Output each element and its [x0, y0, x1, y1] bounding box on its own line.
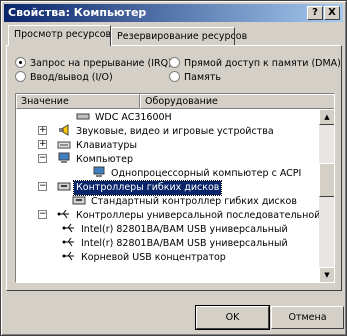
tab-reserve-resources[interactable]: Резервирование ресурсов — [111, 27, 247, 46]
expand-icon[interactable]: + — [38, 140, 47, 149]
radio-button[interactable] — [15, 57, 26, 68]
help-button[interactable]: ? — [307, 6, 323, 20]
cancel-button[interactable]: Отмена — [271, 306, 344, 329]
floppy-controller-icon — [72, 194, 86, 206]
radio-label: Прямой доступ к памяти (DMA) — [184, 58, 341, 69]
window-title: Свойства: Компьютер — [8, 6, 147, 19]
computer-icon — [57, 152, 71, 164]
radio-io[interactable]: Ввод/вывод (I/O) — [15, 71, 113, 85]
tree-item-label: Корневой USB концентратор — [81, 252, 226, 263]
collapse-icon[interactable]: − — [38, 210, 47, 219]
vertical-scrollbar[interactable]: ▲ ▼ — [319, 109, 334, 282]
radio-button[interactable] — [169, 71, 180, 82]
tree-item-label: WDC AC31600H — [95, 112, 172, 123]
tree-item[interactable]: + Клавиатуры — [38, 138, 139, 152]
tree-item[interactable]: WDC AC31600H — [76, 110, 174, 124]
tree-item[interactable]: + Звуковые, видео и игровые устройства — [38, 124, 328, 138]
resource-tree[interactable]: Значение Оборудование WDC AC31600H + Зву… — [15, 93, 335, 283]
tree-item[interactable]: Стандартный контроллер гибких дисков — [72, 194, 299, 208]
tree-item-label: Звуковые, видео и игровые устройства — [76, 126, 274, 137]
tree-item-label: Стандартный контроллер гибких дисков — [91, 196, 297, 207]
computer-icon — [92, 166, 106, 178]
floppy-controller-icon — [57, 180, 71, 192]
radio-label: Запрос на прерывание (IRQ) — [30, 58, 172, 69]
scroll-up-arrow-icon[interactable]: ▲ — [319, 109, 334, 125]
column-header-hardware[interactable]: Оборудование — [140, 94, 334, 109]
tree-item[interactable]: Intel(r) 82801BA/BAM USB универсальный — [62, 222, 290, 236]
collapse-icon[interactable]: − — [38, 154, 47, 163]
usb-icon — [62, 222, 76, 234]
collapse-icon[interactable]: − — [38, 182, 47, 191]
close-button[interactable]: X — [324, 6, 340, 20]
scroll-thumb[interactable] — [319, 163, 334, 197]
tab-label: Резервирование ресурсов — [117, 31, 248, 42]
tree-item[interactable]: Однопроцессорный компьютер с ACPI — [92, 166, 303, 180]
tree-item-label: Intel(r) 82801BA/BAM USB универсальный — [81, 224, 288, 235]
scroll-down-arrow-icon[interactable]: ▼ — [319, 267, 334, 282]
tree-item-label: Intel(r) 82801BA/BAM USB универсальный — [81, 238, 288, 249]
tree-item-label: Клавиатуры — [76, 140, 137, 151]
tab-label: Просмотр ресурсов — [14, 29, 112, 40]
tree-item-label: Контроллеры универсальной последовательн… — [76, 210, 321, 221]
tree-item[interactable]: − Компьютер — [38, 152, 135, 166]
expand-icon[interactable]: + — [38, 126, 47, 135]
ok-button[interactable]: OK — [195, 305, 270, 330]
usb-icon — [62, 236, 76, 248]
tree-item[interactable]: − Контроллеры универсальной последовател… — [38, 208, 322, 222]
radio-dma[interactable]: Прямой доступ к памяти (DMA) — [169, 57, 341, 71]
properties-dialog: Свойства: Компьютер ? X Просмотр ресурсо… — [0, 0, 347, 336]
tree-item[interactable]: Intel(r) 82801BA/BAM USB универсальный — [62, 236, 290, 250]
tree-item-label: Однопроцессорный компьютер с ACPI — [111, 168, 302, 179]
radio-label: Память — [184, 72, 221, 83]
radio-memory[interactable]: Память — [169, 71, 221, 85]
tab-view-resources[interactable]: Просмотр ресурсов — [8, 25, 111, 46]
usb-icon — [62, 250, 76, 262]
sound-icon — [57, 124, 71, 136]
tree-item[interactable]: Корневой USB концентратор — [62, 250, 228, 264]
tree-item-label: Контроллеры гибких дисков — [73, 180, 223, 196]
radio-irq[interactable]: Запрос на прерывание (IRQ) — [15, 57, 172, 71]
usb-icon — [57, 208, 71, 220]
disk-icon — [76, 110, 90, 122]
column-header-setting[interactable]: Значение — [16, 94, 140, 109]
title-bar: Свойства: Компьютер ? X — [4, 4, 343, 22]
tree-item[interactable]: − Контроллеры гибких дисков — [38, 180, 223, 196]
tree-item-label: Компьютер — [76, 154, 133, 165]
radio-button[interactable] — [15, 71, 26, 82]
keyboard-icon — [57, 138, 71, 150]
radio-label: Ввод/вывод (I/O) — [30, 72, 113, 83]
radio-button[interactable] — [169, 57, 180, 68]
